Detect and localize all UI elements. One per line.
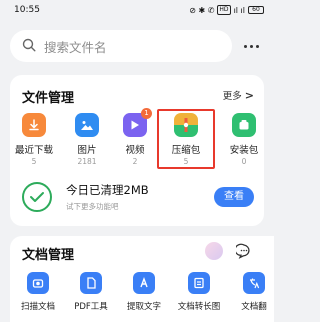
notification-badge: 1 [141,108,152,119]
doc-tool-label: 文档翻 [241,302,267,312]
image-icon [75,113,99,137]
more-label: 更多 [222,91,242,102]
file-category-label: 视频 [125,145,145,156]
file-category-label: 图片 [77,145,97,156]
doc-management-title: 文档管理 [22,248,75,263]
more-options-icon[interactable] [240,38,262,54]
file-category-count: 2 [132,157,138,166]
status-misc-icons: ⊘ ✱ ✆ [189,5,215,15]
hd-icon: HD [217,5,231,15]
chevron-right-icon: > [244,88,254,102]
doc-tool-doc-to-image[interactable]: 文档转长图 [173,272,225,312]
file-category-label: 安装包 [229,145,259,156]
chat-icon[interactable] [234,243,252,259]
file-management-card: 文件管理 更多 > 最近下载 5 图片 2181 1 视频 2 压缩包 5 安装… [10,75,264,226]
download-icon [22,113,46,137]
doc-tool-scan[interactable]: 扫描文档 [12,272,64,312]
highlight-box [157,109,215,169]
doc-to-image-icon [188,272,210,294]
file-category-count: 5 [31,157,37,166]
file-category-count: 0 [241,157,247,166]
clean-summary: 今日已清理2MB 试下更多功能吧 查看 [22,180,254,216]
doc-tool-pdf[interactable]: PDF工具 [65,272,117,312]
package-icon [232,113,256,137]
doc-management-card: 文档管理 扫描文档 PDF工具 提取文字 文档转长图 文档翻 [10,236,274,322]
doc-tool-label: PDF工具 [74,302,108,312]
more-link[interactable]: 更多 > [222,88,254,103]
file-category-recent-downloads[interactable]: 最近下载 5 [12,113,56,166]
search-icon [22,37,36,56]
pdf-icon [80,272,102,294]
doc-tool-extract-text[interactable]: 提取文字 [118,272,170,312]
check-icon [22,182,52,212]
avatar[interactable] [205,242,223,260]
scan-icon [27,272,49,294]
signal-icon: ıl ıl [233,5,245,15]
doc-tool-label: 文档转长图 [177,302,221,312]
doc-tool-label: 提取文字 [126,302,161,312]
file-category-videos[interactable]: 1 视频 2 [113,108,157,166]
view-button[interactable]: 查看 [214,187,254,207]
battery-icon: 60 [248,6,264,14]
translate-icon [243,272,265,294]
file-management-title: 文件管理 [22,91,75,106]
file-category-images[interactable]: 图片 2181 [65,113,109,166]
file-category-label: 最近下载 [14,145,53,156]
search-placeholder: 搜索文件名 [44,39,107,55]
video-icon: 1 [123,108,152,137]
doc-tool-translate[interactable]: 文档翻 [228,272,274,312]
search-input[interactable]: 搜索文件名 [10,30,232,62]
file-category-packages[interactable]: 安装包 0 [222,113,264,166]
status-time: 10:55 [14,5,40,15]
file-category-count: 2181 [77,157,97,166]
clean-subtitle: 试下更多功能吧 [66,202,119,211]
clean-title: 今日已清理2MB [66,183,149,197]
status-icons: ⊘ ✱ ✆ HD ıl ıl 60 [189,5,264,15]
doc-tool-label: 扫描文档 [20,302,55,312]
status-bar: 10:55 ⊘ ✱ ✆ HD ıl ıl 60 [0,0,274,20]
text-extract-icon [133,272,155,294]
